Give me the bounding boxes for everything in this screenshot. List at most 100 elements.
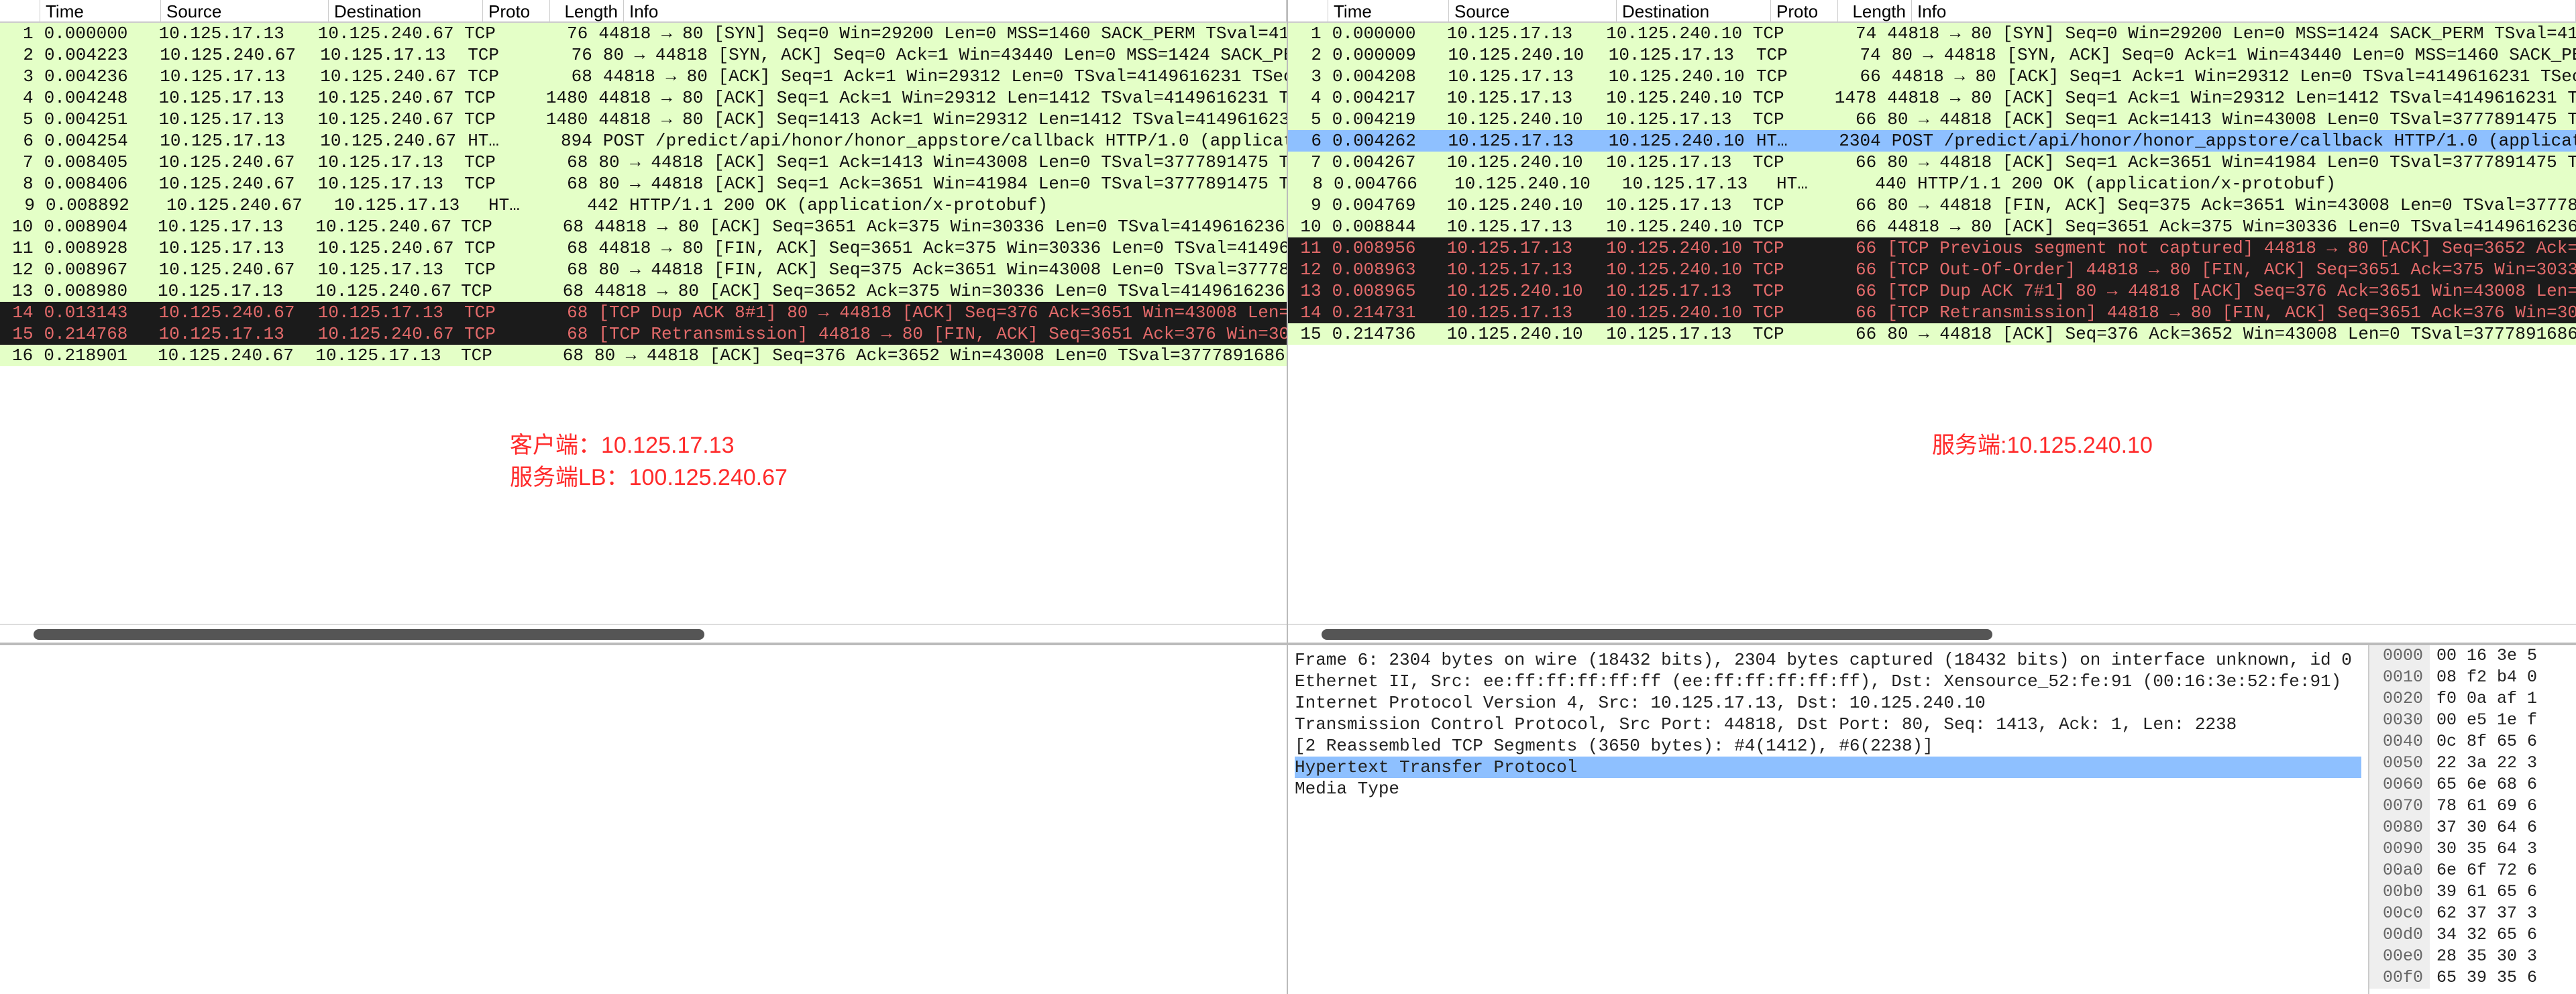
- packet-row[interactable]: 120.00896710.125.240.6710.125.17.13TCP68…: [0, 259, 1287, 280]
- detail-line[interactable]: Internet Protocol Version 4, Src: 10.125…: [1295, 692, 2361, 714]
- cell-time: 0.004223: [39, 44, 154, 66]
- packet-row[interactable]: 30.00423610.125.17.1310.125.240.67TCP684…: [0, 66, 1287, 87]
- right-h-scrollbar[interactable]: [1288, 624, 2576, 643]
- packet-row[interactable]: 50.00425110.125.17.1310.125.240.67TCP148…: [0, 109, 1287, 130]
- hex-line[interactable]: 003000 e5 1e f: [2369, 710, 2576, 731]
- left-packet-list[interactable]: Time Source Destination Proto Length Inf…: [0, 0, 1287, 644]
- col-info[interactable]: Info: [624, 0, 1287, 21]
- col-time[interactable]: Time: [40, 0, 161, 21]
- col-no[interactable]: [0, 0, 40, 21]
- cell-proto: TCP: [1748, 87, 1811, 109]
- col-proto[interactable]: Proto: [1771, 0, 1838, 21]
- hex-line[interactable]: 001008 f2 b4 0: [2369, 667, 2576, 688]
- packet-row[interactable]: 40.00424810.125.17.1310.125.240.67TCP148…: [0, 87, 1287, 109]
- col-length[interactable]: Length: [550, 0, 624, 21]
- col-no[interactable]: [1288, 0, 1328, 21]
- hex-line[interactable]: 005022 3a 22 3: [2369, 753, 2576, 774]
- col-time[interactable]: Time: [1328, 0, 1449, 21]
- packet-row[interactable]: 50.00421910.125.240.1010.125.17.13TCP668…: [1288, 109, 2576, 130]
- cell-length: 66: [1811, 216, 1882, 237]
- right-detail-area: Frame 6: 2304 bytes on wire (18432 bits)…: [1288, 644, 2576, 994]
- cell-proto: TCP: [1748, 216, 1811, 237]
- right-packet-list[interactable]: Time Source Destination Proto Length Inf…: [1288, 0, 2576, 644]
- packet-row[interactable]: 70.00840510.125.240.6710.125.17.13TCP688…: [0, 152, 1287, 173]
- col-dest[interactable]: Destination: [1617, 0, 1771, 21]
- detail-line[interactable]: Media Type: [1295, 778, 2361, 799]
- col-dest[interactable]: Destination: [329, 0, 483, 21]
- hex-line[interactable]: 00c062 37 37 3: [2369, 903, 2576, 924]
- hex-bytes: 78 61 69 6: [2430, 795, 2576, 817]
- hex-line[interactable]: 00e028 35 30 3: [2369, 946, 2576, 967]
- packet-row[interactable]: 60.00425410.125.17.1310.125.240.67HT…894…: [0, 130, 1287, 152]
- hex-line[interactable]: 009030 35 64 3: [2369, 838, 2576, 860]
- hex-line[interactable]: 00f065 39 35 6: [2369, 967, 2576, 989]
- cell-info: 44818 → 80 [FIN, ACK] Seq=3651 Ack=375 W…: [593, 237, 1287, 259]
- packet-row[interactable]: 70.00426710.125.240.1010.125.17.13TCP668…: [1288, 152, 2576, 173]
- packet-row[interactable]: 130.00898010.125.17.1310.125.240.67TCP68…: [0, 280, 1287, 302]
- cell-dest: 10.125.240.67: [313, 323, 459, 345]
- col-info[interactable]: Info: [1912, 0, 2576, 21]
- cell-no: 14: [1288, 302, 1327, 323]
- packet-row[interactable]: 20.00422310.125.240.6710.125.17.13TCP768…: [0, 44, 1287, 66]
- cell-length: 1480: [523, 87, 593, 109]
- hex-line[interactable]: 006065 6e 68 6: [2369, 774, 2576, 795]
- hex-line[interactable]: 00b039 61 65 6: [2369, 881, 2576, 903]
- packet-hex-view[interactable]: 000000 16 3e 5001008 f2 b4 00020f0 0a af…: [2368, 645, 2576, 994]
- packet-row[interactable]: 110.00892810.125.17.1310.125.240.67TCP68…: [0, 237, 1287, 259]
- hex-line[interactable]: 00d034 32 65 6: [2369, 924, 2576, 946]
- packet-row[interactable]: 90.00889210.125.240.6710.125.17.13HT…442…: [0, 195, 1287, 216]
- detail-line[interactable]: Transmission Control Protocol, Src Port:…: [1295, 714, 2361, 735]
- packet-row[interactable]: 120.00896310.125.17.1310.125.240.10TCP66…: [1288, 259, 2576, 280]
- packet-detail-tree[interactable]: Frame 6: 2304 bytes on wire (18432 bits)…: [1288, 645, 2368, 994]
- col-source[interactable]: Source: [1449, 0, 1617, 21]
- cell-info: [TCP Previous segment not captured] 4481…: [1882, 237, 2576, 259]
- packet-row[interactable]: 130.00896510.125.240.1010.125.17.13TCP66…: [1288, 280, 2576, 302]
- cell-time: 0.214768: [39, 323, 154, 345]
- detail-line[interactable]: Ethernet II, Src: ee:ff:ff:ff:ff:ff (ee:…: [1295, 671, 2361, 692]
- left-h-scrollbar[interactable]: [0, 624, 1287, 643]
- packet-row[interactable]: 20.00000910.125.240.1010.125.17.13TCP748…: [1288, 44, 2576, 66]
- left-detail-pane[interactable]: [0, 645, 1287, 994]
- packet-row[interactable]: 80.00840610.125.240.6710.125.17.13TCP688…: [0, 173, 1287, 195]
- scrollbar-thumb[interactable]: [1322, 629, 1992, 640]
- packet-row[interactable]: 10.00000010.125.17.1310.125.240.67TCP764…: [0, 23, 1287, 44]
- packet-row[interactable]: 40.00421710.125.17.1310.125.240.10TCP147…: [1288, 87, 2576, 109]
- detail-line[interactable]: Frame 6: 2304 bytes on wire (18432 bits)…: [1295, 649, 2361, 671]
- cell-source: 10.125.240.67: [154, 302, 313, 323]
- cell-no: 12: [0, 259, 39, 280]
- packet-row[interactable]: 150.21476810.125.17.1310.125.240.67TCP68…: [0, 323, 1287, 345]
- packet-row[interactable]: 150.21473610.125.240.1010.125.17.13TCP66…: [1288, 323, 2576, 345]
- packet-row[interactable]: 160.21890110.125.240.6710.125.17.13TCP68…: [0, 345, 1287, 366]
- hex-line[interactable]: 008037 30 64 6: [2369, 817, 2576, 838]
- cell-info: [TCP Retransmission] 44818 → 80 [FIN, AC…: [593, 323, 1287, 345]
- col-proto[interactable]: Proto: [483, 0, 550, 21]
- packet-row[interactable]: 140.01314310.125.240.6710.125.17.13TCP68…: [0, 302, 1287, 323]
- hex-line[interactable]: 0020f0 0a af 1: [2369, 688, 2576, 710]
- scrollbar-thumb[interactable]: [34, 629, 704, 640]
- col-source[interactable]: Source: [161, 0, 329, 21]
- packet-row[interactable]: 30.00420810.125.17.1310.125.240.10TCP664…: [1288, 66, 2576, 87]
- packet-row[interactable]: 90.00476910.125.240.1010.125.17.13TCP668…: [1288, 195, 2576, 216]
- packet-row[interactable]: 100.00884410.125.17.1310.125.240.10TCP66…: [1288, 216, 2576, 237]
- packet-list-header[interactable]: Time Source Destination Proto Length Inf…: [1288, 0, 2576, 23]
- cell-length: 74: [1815, 44, 1886, 66]
- packet-row[interactable]: 100.00890410.125.17.1310.125.240.67TCP68…: [0, 216, 1287, 237]
- detail-line[interactable]: Hypertext Transfer Protocol: [1295, 757, 2361, 778]
- packet-row[interactable]: 110.00895610.125.17.1310.125.240.10TCP66…: [1288, 237, 2576, 259]
- cell-dest: 10.125.240.67: [313, 237, 459, 259]
- cell-dest: 10.125.17.13: [1601, 152, 1748, 173]
- cell-dest: 10.125.240.10: [1601, 302, 1748, 323]
- hex-line[interactable]: 00400c 8f 65 6: [2369, 731, 2576, 753]
- detail-line[interactable]: [2 Reassembled TCP Segments (3650 bytes)…: [1295, 735, 2361, 757]
- cell-proto: HT…: [462, 130, 527, 152]
- packet-row[interactable]: 60.00426210.125.17.1310.125.240.10HT…230…: [1288, 130, 2576, 152]
- hex-line[interactable]: 00a06e 6f 72 6: [2369, 860, 2576, 881]
- packet-row[interactable]: 80.00476610.125.240.1010.125.17.13HT…440…: [1288, 173, 2576, 195]
- packet-row[interactable]: 10.00000010.125.17.1310.125.240.10TCP744…: [1288, 23, 2576, 44]
- packet-row[interactable]: 140.21473110.125.17.1310.125.240.10TCP66…: [1288, 302, 2576, 323]
- hex-line[interactable]: 007078 61 69 6: [2369, 795, 2576, 817]
- hex-line[interactable]: 000000 16 3e 5: [2369, 645, 2576, 667]
- cell-length: 76: [523, 23, 593, 44]
- packet-list-header[interactable]: Time Source Destination Proto Length Inf…: [0, 0, 1287, 23]
- col-length[interactable]: Length: [1838, 0, 1912, 21]
